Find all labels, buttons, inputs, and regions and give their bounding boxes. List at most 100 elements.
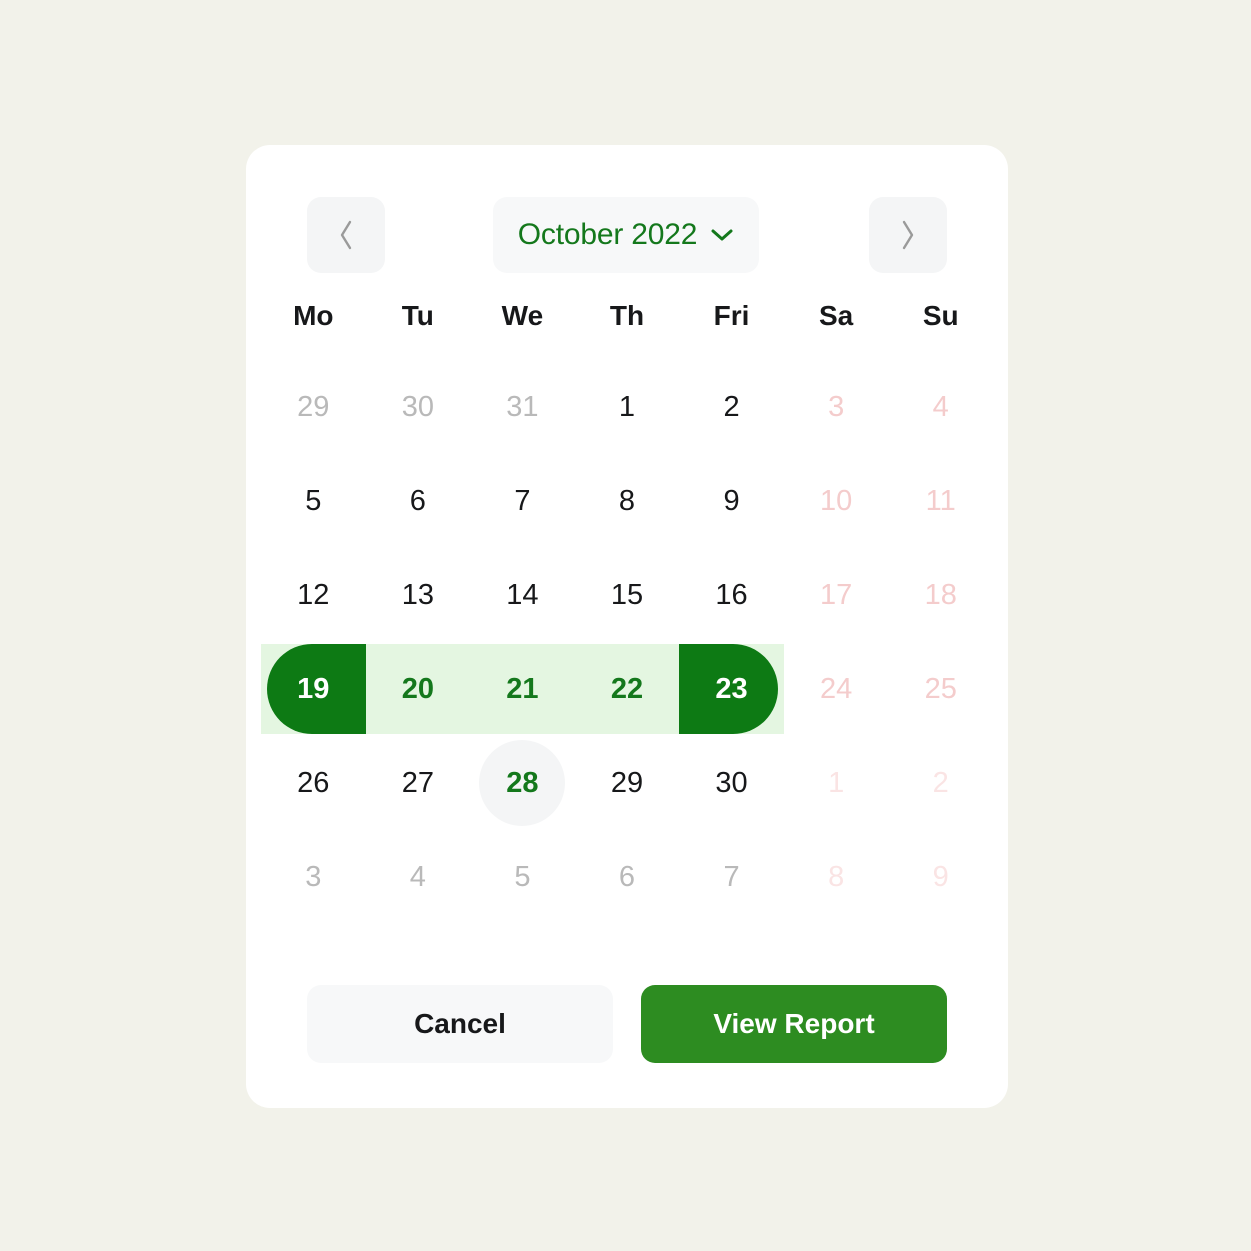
day-cell[interactable]: 27 — [366, 736, 471, 830]
day-cell[interactable]: 7 — [679, 830, 784, 924]
view-report-button[interactable]: View Report — [641, 985, 947, 1063]
day-cell[interactable]: 1 — [575, 360, 680, 454]
day-number: 31 — [506, 390, 539, 423]
chevron-right-icon — [898, 218, 918, 252]
weekday-label-su: Su — [922, 300, 959, 331]
day-number: 8 — [828, 860, 845, 893]
weekday-label-tu: Tu — [401, 300, 434, 331]
day-cell[interactable]: 10 — [784, 454, 889, 548]
day-cell[interactable]: 26 — [261, 736, 366, 830]
day-number: 1 — [618, 390, 636, 423]
day-number: 22 — [610, 672, 644, 705]
day-cell[interactable]: 29 — [575, 736, 680, 830]
day-number: 7 — [514, 484, 531, 517]
day-number: 25 — [924, 672, 957, 705]
day-cell[interactable]: 11 — [888, 454, 993, 548]
day-cell[interactable]: 9 — [679, 454, 784, 548]
day-number: 15 — [610, 578, 644, 611]
day-grid: 29 30 31 1 2 3 4 5 6 7 8 9 10 11 12 13 14 15 16 17 18 19 20 21 2… — [261, 360, 993, 924]
day-cell-in-range[interactable]: 20 — [365, 642, 471, 736]
weekday-label-sa: Sa — [819, 300, 854, 331]
weekday-label-th: Th — [609, 300, 645, 331]
day-number: 3 — [828, 390, 845, 423]
day-number: 18 — [924, 578, 957, 611]
day-cell-range-end[interactable]: 23 — [679, 642, 784, 736]
day-cell[interactable]: 9 — [888, 830, 993, 924]
day-cell-in-range[interactable]: 22 — [574, 642, 680, 736]
weekday-header-row: Mo Tu We Th Fri Sa Su — [261, 300, 993, 332]
day-number: 28 — [506, 766, 539, 799]
day-cell[interactable]: 30 — [679, 736, 784, 830]
day-cell-range-start[interactable]: 19 — [261, 642, 366, 736]
day-cell-in-range[interactable]: 21 — [470, 642, 575, 736]
day-cell[interactable]: 3 — [784, 360, 889, 454]
day-cell[interactable]: 6 — [575, 830, 680, 924]
day-cell-today[interactable]: 28 — [470, 736, 575, 830]
day-number: 2 — [723, 390, 740, 423]
day-number: 29 — [297, 390, 330, 423]
day-number: 5 — [305, 484, 322, 517]
calendar-header: October 2022 — [307, 197, 947, 273]
day-cell[interactable]: 8 — [784, 830, 889, 924]
day-cell[interactable]: 25 — [888, 642, 993, 736]
day-number: 29 — [610, 766, 644, 799]
day-number: 11 — [925, 484, 956, 517]
day-cell[interactable]: 14 — [470, 548, 575, 642]
chevron-down-icon — [710, 228, 734, 242]
day-cell[interactable]: 3 — [261, 830, 366, 924]
day-number: 7 — [723, 860, 740, 893]
day-number: 9 — [723, 484, 740, 517]
day-cell[interactable]: 24 — [784, 642, 889, 736]
day-cell[interactable]: 29 — [261, 360, 366, 454]
day-cell[interactable]: 2 — [679, 360, 784, 454]
day-number: 23 — [715, 672, 748, 705]
day-cell[interactable]: 1 — [784, 736, 889, 830]
day-number: 14 — [506, 578, 539, 611]
weekday-label-mo: Mo — [293, 300, 334, 331]
day-cell[interactable]: 12 — [261, 548, 366, 642]
day-number: 17 — [820, 578, 853, 611]
day-number: 6 — [409, 484, 426, 517]
day-cell[interactable]: 5 — [261, 454, 366, 548]
day-cell[interactable]: 5 — [470, 830, 575, 924]
day-cell[interactable]: 4 — [888, 360, 993, 454]
day-number: 4 — [932, 390, 949, 423]
day-cell[interactable]: 6 — [366, 454, 471, 548]
day-cell[interactable]: 30 — [366, 360, 471, 454]
day-number: 16 — [715, 578, 748, 611]
day-number: 12 — [297, 578, 330, 611]
day-number: 20 — [401, 672, 434, 705]
chevron-left-icon — [336, 218, 356, 252]
app-root: October 2022 Mo Tu We Th Fri Sa Su 29 30 31 1 2 3 4 5… — [0, 0, 1251, 1251]
day-cell[interactable]: 16 — [679, 548, 784, 642]
day-number: 3 — [305, 860, 322, 893]
day-cell[interactable]: 7 — [470, 454, 575, 548]
cancel-button[interactable]: Cancel — [307, 985, 613, 1063]
day-number: 26 — [297, 766, 330, 799]
day-number: 8 — [618, 484, 636, 517]
day-cell[interactable]: 15 — [575, 548, 680, 642]
day-cell[interactable]: 13 — [366, 548, 471, 642]
weekday-label-fri: Fri — [713, 300, 750, 331]
day-number: 6 — [618, 860, 636, 893]
day-number: 9 — [932, 860, 949, 893]
day-cell[interactable]: 17 — [784, 548, 889, 642]
day-cell[interactable]: 4 — [366, 830, 471, 924]
weekday-label-we: We — [501, 300, 544, 331]
day-number: 19 — [297, 672, 330, 705]
day-number: 13 — [401, 578, 434, 611]
day-number: 1 — [828, 766, 845, 799]
day-number: 24 — [820, 672, 853, 705]
previous-month-button[interactable] — [307, 197, 385, 273]
day-number: 21 — [506, 672, 539, 705]
day-number: 5 — [514, 860, 531, 893]
day-number: 4 — [409, 860, 426, 893]
day-cell[interactable]: 18 — [888, 548, 993, 642]
next-month-button[interactable] — [869, 197, 947, 273]
day-cell[interactable]: 8 — [575, 454, 680, 548]
month-year-dropdown-button[interactable]: October 2022 — [493, 197, 759, 273]
day-number: 2 — [932, 766, 949, 799]
day-number: 30 — [715, 766, 748, 799]
day-cell[interactable]: 2 — [888, 736, 993, 830]
day-cell[interactable]: 31 — [470, 360, 575, 454]
